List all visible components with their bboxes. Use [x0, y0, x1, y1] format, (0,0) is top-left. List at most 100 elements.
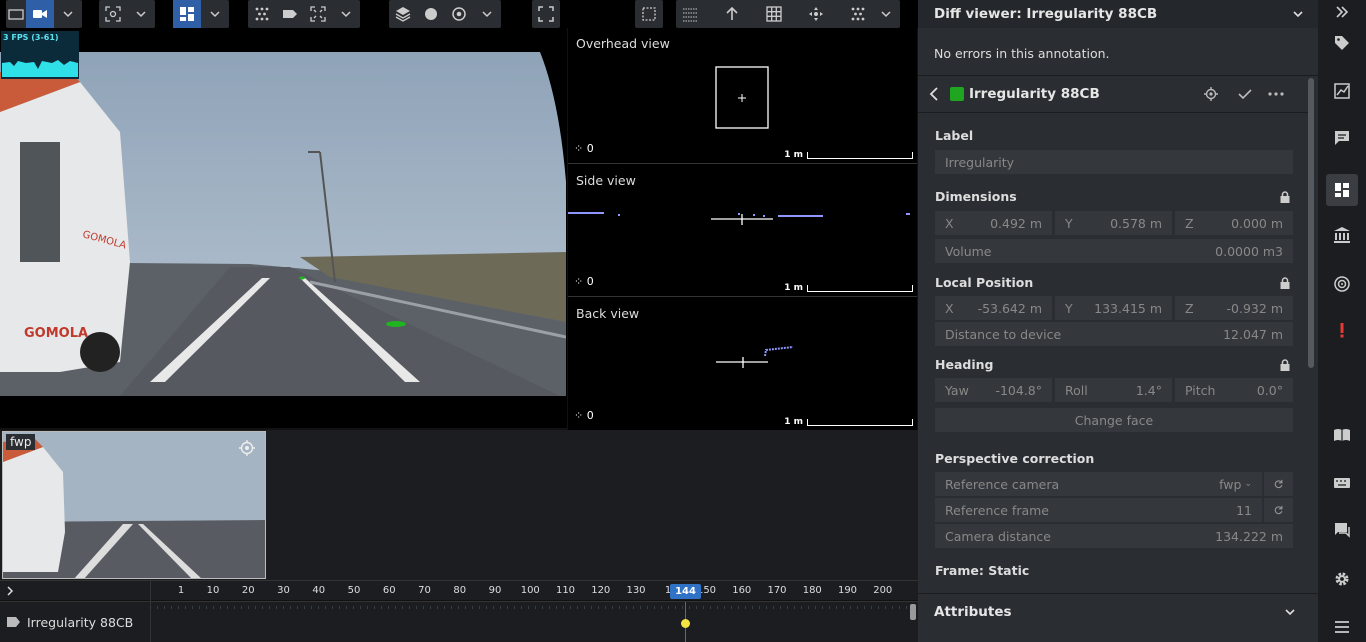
field-value: 0.000 m	[1231, 215, 1283, 231]
lock-icon[interactable]	[1279, 277, 1291, 289]
bank-icon[interactable]	[1330, 223, 1354, 247]
pitch-field[interactable]: Pitch 0.0°	[1175, 378, 1293, 402]
field-value: 134.222 m	[1215, 528, 1283, 544]
roll-field[interactable]: Roll 1.4°	[1055, 378, 1172, 402]
distance-field: Distance to device 12.047 m	[935, 322, 1293, 346]
video-camera-button[interactable]	[26, 0, 54, 28]
panel-header[interactable]: Diff viewer: Irregularity 88CB	[918, 0, 1318, 28]
attributes-header[interactable]: Attributes	[918, 594, 1308, 630]
layers-icon[interactable]	[389, 0, 417, 28]
dim-z-field[interactable]: Z 0.000 m	[1175, 211, 1293, 235]
back-arrow-icon[interactable]	[928, 87, 940, 101]
chevron-down-icon[interactable]	[332, 0, 360, 28]
dashboard-icon[interactable]	[1326, 174, 1358, 206]
timeline-tick: 60	[382, 585, 396, 596]
lock-icon[interactable]	[1279, 191, 1291, 203]
chevron-down-icon[interactable]	[201, 0, 229, 28]
camera-thumbnail[interactable]: fwp	[2, 431, 266, 579]
timeline-tick: 10	[206, 585, 220, 596]
grid-icon[interactable]	[760, 0, 788, 28]
chevron-right-icon[interactable]	[5, 586, 15, 596]
pos-z-field[interactable]: Z -0.932 m	[1175, 296, 1293, 320]
arrow-up-icon[interactable]	[718, 0, 746, 28]
field-value: -104.8°	[995, 382, 1042, 398]
camera-view[interactable]: GOMOLA GOMOLA 3 FPS (3-61)	[0, 28, 567, 428]
ruler-grid-icon[interactable]	[676, 0, 704, 28]
scrollbar[interactable]	[1308, 78, 1314, 368]
label-tag-icon[interactable]	[276, 0, 304, 28]
pos-y-field[interactable]: Y 133.415 m	[1055, 296, 1172, 320]
local-position-section-title: Local Position	[935, 275, 1034, 290]
settings-icon[interactable]	[1330, 567, 1354, 591]
side-view[interactable]: Side view ⁘ 0 1 m	[568, 165, 917, 297]
chevron-down-icon[interactable]	[127, 0, 155, 28]
lock-icon[interactable]	[1279, 359, 1291, 371]
feedback-icon[interactable]	[1330, 518, 1354, 542]
keyframe-marker[interactable]	[681, 619, 690, 628]
points-icon[interactable]	[844, 0, 872, 28]
timeline-tick: 1	[177, 585, 185, 596]
refresh-icon[interactable]	[1264, 472, 1293, 496]
yaw-field[interactable]: Yaw -104.8°	[935, 378, 1052, 402]
annotation-box[interactable]	[714, 66, 770, 130]
scale-bar	[807, 419, 913, 426]
scrollbar[interactable]	[910, 604, 916, 620]
crosshair-icon[interactable]	[239, 440, 255, 456]
chart-icon[interactable]	[1330, 79, 1354, 103]
field-value: 0.492 m	[990, 215, 1042, 231]
target-icon[interactable]	[445, 0, 473, 28]
chevron-down-icon[interactable]	[872, 0, 900, 28]
field-key: Roll	[1065, 382, 1088, 398]
double-chevron-right-icon[interactable]	[1330, 0, 1354, 24]
tag-icon[interactable]	[1330, 31, 1354, 55]
fullscreen-icon[interactable]	[532, 0, 560, 28]
film-icon[interactable]	[6, 0, 26, 28]
dim-x-field[interactable]: X 0.492 m	[935, 211, 1052, 235]
expand-icon[interactable]	[304, 0, 332, 28]
field-value: 12.047 m	[1223, 326, 1283, 342]
field-key: Y	[1065, 215, 1073, 231]
book-icon[interactable]	[1330, 423, 1354, 447]
fps-meter: 3 FPS (3-61)	[1, 31, 79, 79]
error-icon[interactable]	[1330, 318, 1354, 342]
overhead-view[interactable]: Overhead view ⁘ 0 1 m	[568, 28, 917, 164]
list-icon[interactable]	[1330, 615, 1354, 639]
annotation-track[interactable]: Irregularity 88CB	[0, 601, 918, 642]
field-key: Y	[1065, 300, 1073, 316]
screenshot-icon[interactable]	[99, 0, 127, 28]
dim-y-field[interactable]: Y 0.578 m	[1055, 211, 1172, 235]
right-icon-bar	[1318, 0, 1366, 642]
fps-graph	[2, 60, 78, 77]
radar-icon[interactable]	[1330, 272, 1354, 296]
layout-icon[interactable]	[173, 0, 201, 28]
heading-section-title: Heading	[935, 357, 994, 372]
reference-frame-field[interactable]: Reference frame 11	[935, 498, 1262, 522]
layout-group	[173, 0, 229, 28]
back-view[interactable]: Back view ⁘ 0 1 m	[568, 298, 917, 430]
box-select-icon[interactable]	[635, 0, 663, 28]
pos-x-field[interactable]: X -53.642 m	[935, 296, 1052, 320]
move-icon[interactable]	[802, 0, 830, 28]
divider	[150, 581, 151, 601]
refresh-icon[interactable]	[1264, 498, 1293, 522]
frame-grid	[150, 606, 910, 609]
chevron-down-icon[interactable]	[1284, 606, 1296, 618]
chevron-down-icon[interactable]	[1292, 8, 1304, 20]
annotation-color-swatch	[950, 87, 964, 101]
label-field[interactable]: Irregularity	[935, 150, 1293, 174]
circle-icon[interactable]	[417, 0, 445, 28]
dimensions-section-title: Dimensions	[935, 189, 1017, 204]
timeline-ruler[interactable]: 1102030405060708090100110120130141501601…	[0, 580, 918, 601]
locate-icon[interactable]	[1204, 87, 1218, 101]
more-icon[interactable]	[1268, 92, 1284, 96]
chevron-down-icon[interactable]	[54, 0, 82, 28]
reference-camera-field[interactable]: Reference camera fwp ⌄	[935, 472, 1262, 496]
comment-icon[interactable]	[1330, 126, 1354, 150]
check-icon[interactable]	[1238, 88, 1252, 100]
current-frame-marker[interactable]: 144	[670, 584, 701, 599]
keyboard-icon[interactable]	[1330, 471, 1354, 495]
change-face-button[interactable]: Change face	[935, 408, 1293, 432]
field-key: X	[945, 215, 954, 231]
chevron-down-icon[interactable]	[473, 0, 501, 28]
points-icon[interactable]	[248, 0, 276, 28]
